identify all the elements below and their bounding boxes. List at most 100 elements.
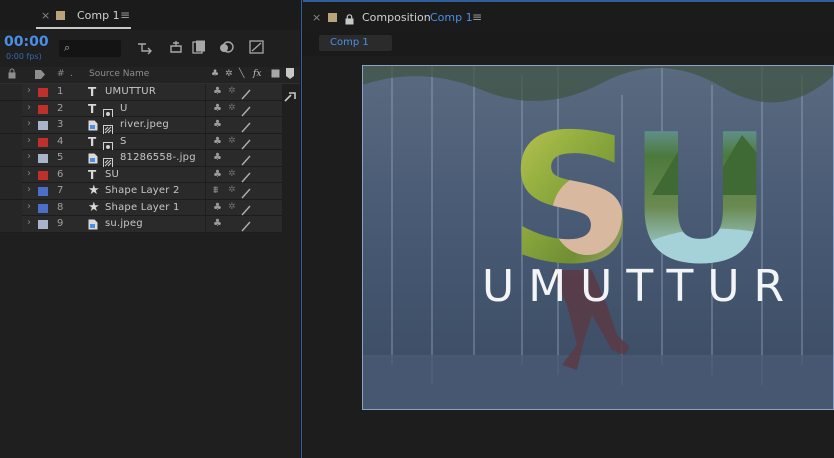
layer-row[interactable]: › 3 river.jpeg ♣ [0,117,282,135]
visibility-toggle[interactable] [0,199,22,216]
shy-switch[interactable]: ♣ [213,218,222,229]
frame-blend-header-icon[interactable] [271,68,281,82]
lock-column-icon[interactable] [8,68,16,82]
label-color-swatch[interactable] [38,220,48,229]
quality-switch-icon[interactable] [240,217,252,232]
number-column-header[interactable]: # [57,69,65,79]
shy-switch[interactable]: ♣ [213,136,222,147]
label-color-swatch[interactable] [38,187,48,196]
shy-switch[interactable]: ♣ [213,119,222,130]
collapse-switch[interactable]: ✲ [228,136,236,146]
collapse-switch[interactable]: ✲ [228,169,236,179]
close-tab-icon[interactable]: × [41,9,50,22]
shy-switch[interactable]: ♣ [213,86,222,97]
composition-tab-name[interactable]: Comp 1 [430,11,473,24]
layer-row[interactable]: › 4 T S ♣ ✲ [0,133,282,152]
current-time-display[interactable]: 00:00 [4,34,49,50]
quality-switch-icon[interactable] [240,118,252,133]
shy-switch[interactable]: ♣ [213,202,222,213]
visibility-toggle[interactable] [0,183,22,199]
visibility-toggle[interactable] [0,133,22,150]
shy-switch[interactable]: ♣ [213,152,222,163]
quality-switch-icon[interactable] [240,151,252,166]
layer-name[interactable]: Shape Layer 2 [105,185,180,196]
quality-switch-icon[interactable] [240,184,252,199]
label-color-swatch[interactable] [38,88,48,97]
graph-editor-icon[interactable] [248,39,266,56]
quality-switch-icon[interactable] [240,85,252,100]
quality-switch-icon[interactable] [240,135,252,149]
layer-name[interactable]: UMUTTUR [105,86,156,97]
shy-switch-header-icon[interactable]: ♣ [211,69,219,79]
visibility-toggle[interactable] [0,150,22,166]
collapse-switch[interactable]: ✲ [228,86,236,96]
quality-switch-icon[interactable] [240,201,252,215]
panel-menu-icon[interactable]: ≡ [120,8,130,22]
layer-name[interactable]: SU [105,169,119,180]
layer-search-input[interactable]: ⌕ [59,40,121,57]
composition-flowchart-icon[interactable] [136,39,154,56]
chevron-right-icon[interactable]: › [27,102,31,113]
label-color-swatch[interactable] [38,203,48,213]
layer-name[interactable]: S [120,136,127,147]
collapse-switch[interactable]: ✲ [228,202,236,212]
chevron-right-icon[interactable]: › [27,135,31,146]
lock-icon[interactable] [345,10,354,29]
panel-menu-icon[interactable]: ≡ [472,10,482,24]
composition-tab-label[interactable]: Composition [362,11,431,24]
collapse-switch[interactable]: ✲ [228,185,236,195]
effects-switch-header[interactable]: fx [253,69,261,79]
frame-blending-icon[interactable] [190,39,208,56]
layer-name[interactable]: 81286558-.jpg [120,152,196,163]
layer-name[interactable]: Shape Layer 1 [105,202,180,213]
quality-switch-header-icon[interactable]: ╲ [239,69,244,79]
layer-row[interactable]: › 8 ★ Shape Layer 1 ♣ ✲ [0,199,282,216]
collapse-switch[interactable]: ✲ [228,103,236,113]
composition-viewer[interactable]: SU UMUTTUR SU [362,65,834,410]
visibility-toggle[interactable] [0,166,22,183]
chevron-right-icon[interactable]: › [27,85,31,96]
layer-row[interactable]: › 7 ★ Shape Layer 2 ⩩ ✲ [0,183,282,200]
quality-switch-icon[interactable] [240,102,252,116]
comp-breadcrumb[interactable]: Comp 1 [319,35,392,51]
star-icon: ★ [88,199,100,215]
label-color-swatch[interactable] [38,170,48,180]
timeline-tab-label[interactable]: Comp 1 [77,9,120,22]
star-icon: ★ [88,183,100,198]
label-color-swatch[interactable] [38,104,48,114]
motion-blur-icon[interactable] [218,39,236,56]
layer-name[interactable]: su.jpeg [105,218,143,229]
quality-switch-icon[interactable] [240,168,252,182]
layer-row[interactable]: › 9 su.jpeg ♣ [0,216,282,233]
layer-row[interactable]: › 5 81286558-.jpg ♣ [0,150,282,168]
chevron-right-icon[interactable]: › [27,151,31,162]
shy-switch[interactable]: ♣ [213,103,222,114]
chevron-right-icon[interactable]: › [27,168,31,179]
visibility-toggle[interactable] [0,84,22,100]
shy-switch[interactable]: ⩩ [213,185,218,196]
collapse-switch-header-icon[interactable]: ✲ [225,69,233,79]
layer-row[interactable]: › 6 T SU ♣ ✲ [0,166,282,183]
pickwhip-icon[interactable] [283,88,297,107]
label-column-icon[interactable] [34,69,46,83]
visibility-toggle[interactable] [0,100,22,117]
shy-switch[interactable]: ♣ [213,169,222,180]
adjustment-header-icon[interactable] [285,67,295,83]
close-tab-icon[interactable]: × [312,11,321,24]
layer-name[interactable]: U [120,103,128,114]
visibility-toggle[interactable] [0,216,22,232]
column-divider [205,166,206,183]
chevron-right-icon[interactable]: › [27,201,31,212]
shy-layers-icon[interactable] [167,39,185,56]
chevron-right-icon[interactable]: › [27,118,31,129]
layer-row[interactable]: › 1 T UMUTTUR ♣ ✲ [0,84,282,101]
chevron-right-icon[interactable]: › [27,184,31,195]
chevron-right-icon[interactable]: › [27,217,31,228]
layer-name[interactable]: river.jpeg [120,119,169,130]
source-name-header[interactable]: Source Name [89,69,149,79]
visibility-toggle[interactable] [0,117,22,133]
label-color-swatch[interactable] [38,121,48,130]
layer-row[interactable]: › 2 T U ♣ ✲ [0,100,282,119]
label-color-swatch[interactable] [38,154,48,163]
label-color-swatch[interactable] [38,137,48,147]
